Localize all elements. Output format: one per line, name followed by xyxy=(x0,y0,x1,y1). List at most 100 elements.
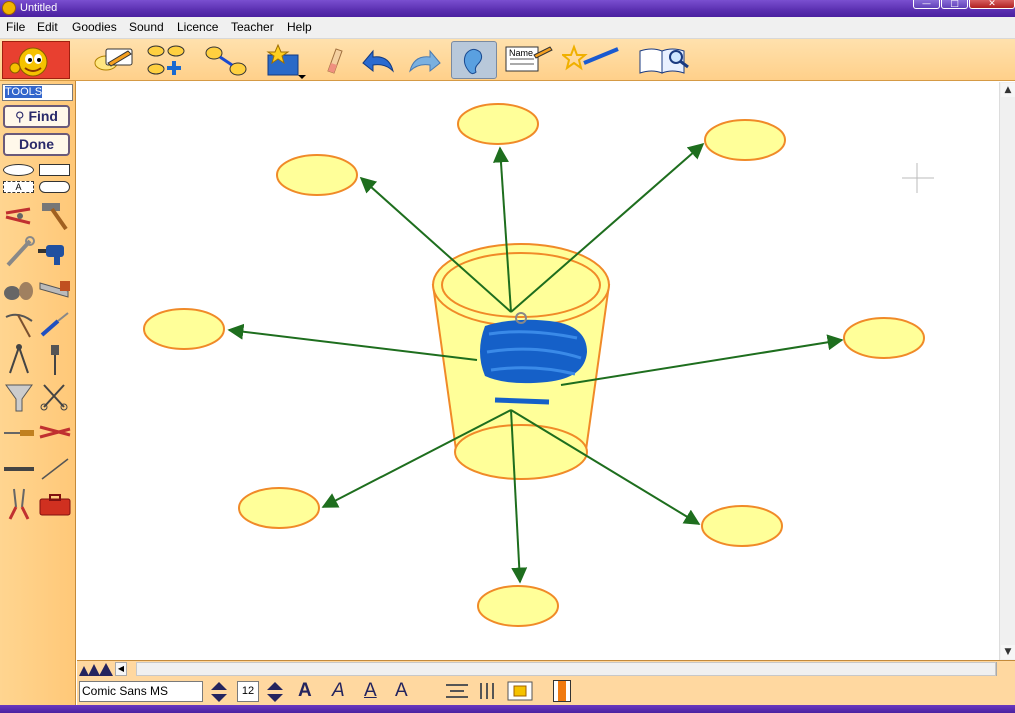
menu-help[interactable]: Help xyxy=(287,20,312,34)
text-align-icon[interactable] xyxy=(444,681,470,701)
bold-button[interactable]: A xyxy=(298,680,312,702)
stones-icon[interactable] xyxy=(2,271,36,305)
maximize-button[interactable]: □ xyxy=(941,0,968,9)
picture-frame-icon[interactable] xyxy=(506,680,534,702)
magnifier-icon: ⚲ xyxy=(15,109,25,124)
symbol-search-field[interactable]: TOOLS xyxy=(2,84,73,101)
window-title: Untitled xyxy=(20,2,58,14)
close-button[interactable]: ✕ xyxy=(969,0,1015,9)
rectangle-shape-tool[interactable] xyxy=(39,164,70,176)
rapidfire-pencil-icon xyxy=(94,48,133,71)
font-name-field[interactable]: Comic Sans MS xyxy=(79,681,203,702)
menu-file[interactable]: File xyxy=(6,20,25,34)
file-icon[interactable] xyxy=(2,451,36,485)
minimize-icon: — xyxy=(922,0,931,9)
window-bottom-border xyxy=(0,705,1015,713)
menu-edit[interactable]: Edit xyxy=(37,20,58,34)
font-name-stepper-icon[interactable] xyxy=(209,680,229,704)
fill-color-button[interactable] xyxy=(553,680,571,702)
node-left[interactable] xyxy=(143,308,225,350)
pliers-icon[interactable] xyxy=(2,199,36,233)
menu-sound[interactable]: Sound xyxy=(129,20,164,34)
rounded-shape-tool[interactable] xyxy=(39,181,70,193)
node-top[interactable] xyxy=(457,103,539,145)
node-upper-right[interactable] xyxy=(704,119,786,161)
zoom-triangles-icon[interactable] xyxy=(79,663,113,677)
vertical-scrollbar[interactable]: ▲ ▼ xyxy=(999,82,1015,660)
chisel-icon[interactable] xyxy=(2,415,36,449)
saw-icon[interactable] xyxy=(38,271,72,305)
rapidfire-tool-button[interactable] xyxy=(92,41,138,79)
done-button[interactable]: Done xyxy=(3,133,70,156)
symbol-library-button[interactable] xyxy=(262,41,308,79)
listen-button[interactable] xyxy=(451,41,497,79)
node-lower-left[interactable] xyxy=(238,487,320,529)
add-symbol-button[interactable] xyxy=(144,41,190,79)
title-bar: Untitled — □ ✕ xyxy=(0,0,1015,17)
redo-button[interactable] xyxy=(402,41,448,79)
red-toolbox-icon[interactable] xyxy=(38,487,72,521)
horizontal-scrollbar[interactable] xyxy=(136,662,996,676)
fill-color-swatch xyxy=(558,681,566,701)
book-magnifier-button[interactable] xyxy=(636,41,692,79)
link-button[interactable] xyxy=(202,41,248,79)
scroll-left-icon[interactable]: ◀ xyxy=(115,662,127,676)
node-bottom[interactable] xyxy=(477,585,559,627)
crosshair-cursor-icon xyxy=(902,163,934,193)
redo-icon xyxy=(409,49,441,73)
find-button[interactable]: ⚲ Find xyxy=(3,105,70,128)
listen-ear-icon xyxy=(463,48,483,75)
add-symbol-icon xyxy=(147,45,185,75)
node-right[interactable] xyxy=(843,317,925,359)
text-tool[interactable]: A xyxy=(3,181,34,193)
awl-icon[interactable] xyxy=(38,343,72,377)
maximize-icon: □ xyxy=(950,0,959,9)
undo-icon xyxy=(362,49,394,73)
compass-icon[interactable] xyxy=(2,343,36,377)
scroll-up-icon[interactable]: ▲ xyxy=(1001,83,1015,97)
hammer-icon[interactable] xyxy=(38,199,72,233)
menu-bar: File Edit Goodies Sound Licence Teacher … xyxy=(0,17,1015,39)
eraser-icon xyxy=(327,48,343,74)
symbol-library-icon xyxy=(266,43,306,79)
underline-button[interactable]: A xyxy=(364,680,377,702)
close-icon: ✕ xyxy=(988,0,996,9)
scissors-icon[interactable] xyxy=(38,379,72,413)
node-lower-right[interactable] xyxy=(701,505,783,547)
name-tag-icon: Name xyxy=(505,46,553,72)
svg-text:Name: Name xyxy=(509,48,533,58)
bolt-cutter-icon[interactable] xyxy=(38,415,72,449)
italic-button[interactable]: A xyxy=(332,680,345,702)
node-upper-left[interactable] xyxy=(276,154,358,196)
toolbar: Name xyxy=(0,39,1015,81)
undo-button[interactable] xyxy=(355,41,401,79)
eraser-button[interactable] xyxy=(318,41,348,79)
blue-drill-icon[interactable] xyxy=(38,235,72,269)
screwdriver-icon[interactable] xyxy=(38,307,72,341)
wrench-icon[interactable] xyxy=(2,235,36,269)
font-size-field[interactable]: 12 xyxy=(237,681,259,702)
wire-cutter-icon[interactable] xyxy=(2,487,36,521)
text-color-button[interactable]: A xyxy=(395,680,408,702)
minimize-button[interactable]: — xyxy=(913,0,940,9)
menu-teacher[interactable]: Teacher xyxy=(231,20,274,34)
needle-icon[interactable] xyxy=(38,451,72,485)
mascot-icon xyxy=(9,47,48,77)
menu-goodies[interactable]: Goodies xyxy=(72,20,117,34)
magic-wand-button[interactable] xyxy=(560,41,619,79)
menu-licence[interactable]: Licence xyxy=(177,20,218,34)
name-tag-button[interactable]: Name xyxy=(504,41,553,79)
diagram-svg xyxy=(143,103,934,627)
app-logo-icon xyxy=(2,1,16,15)
diagram-canvas[interactable] xyxy=(77,82,999,660)
link-icon xyxy=(205,46,247,76)
magic-wand-icon xyxy=(560,44,619,71)
columns-icon[interactable] xyxy=(478,681,498,701)
oval-shape-tool[interactable] xyxy=(3,164,34,176)
pickaxe-icon[interactable] xyxy=(2,307,36,341)
scroll-down-icon[interactable]: ▼ xyxy=(1001,645,1015,659)
font-size-stepper-icon[interactable] xyxy=(265,680,285,704)
symbol-panel: TOOLS ⚲ Find Done A xyxy=(0,81,76,705)
kidspiration-logo[interactable] xyxy=(2,41,70,79)
funnel-icon[interactable] xyxy=(2,379,36,413)
